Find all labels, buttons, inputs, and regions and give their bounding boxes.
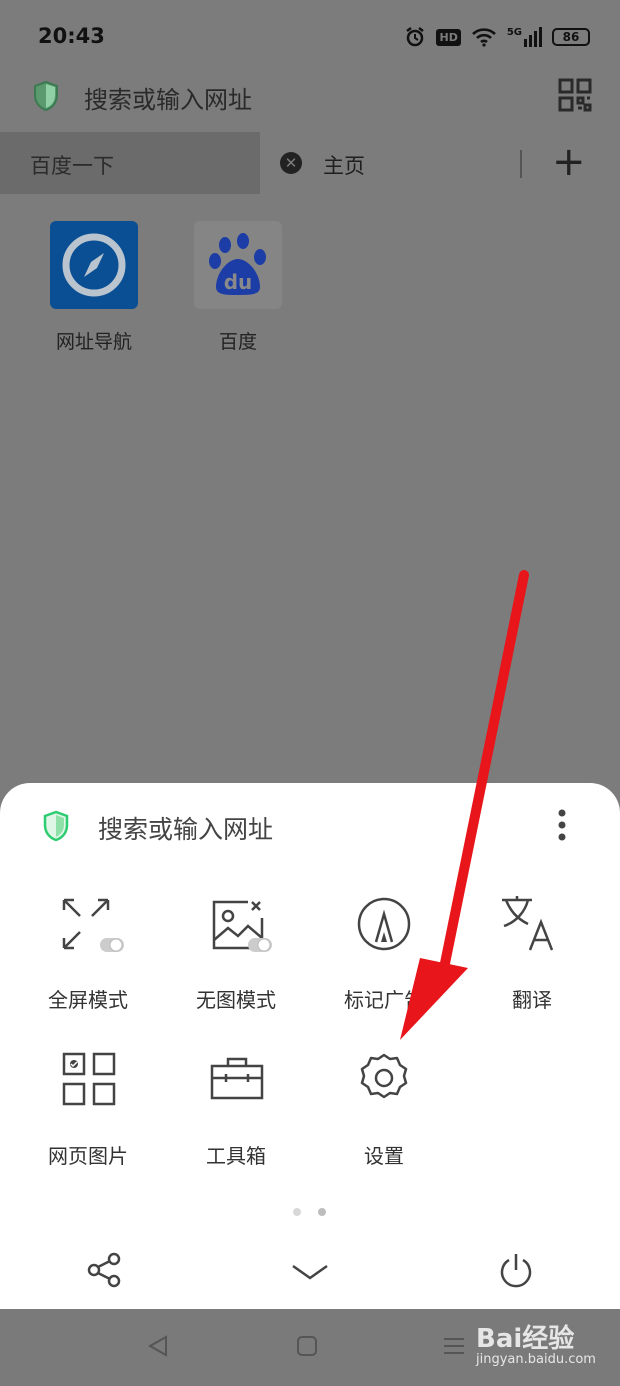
address-input[interactable]: 搜索或输入网址 (84, 80, 252, 115)
settings-icon (360, 1053, 408, 1099)
compass-icon (62, 233, 126, 297)
menu-toolbox[interactable]: 工具箱 (166, 1046, 306, 1168)
network-type: 5G (506, 27, 522, 38)
back-icon[interactable] (146, 1334, 170, 1358)
web-images-icon (62, 1052, 116, 1106)
status-time: 20:43 (38, 24, 105, 48)
qr-scan-icon[interactable] (558, 78, 592, 112)
share-icon[interactable] (86, 1252, 122, 1288)
menu-settings[interactable]: 设置 (314, 1046, 454, 1168)
translate-icon (502, 896, 554, 951)
shortcut-nav[interactable] (50, 221, 138, 309)
menu-label: 设置 (364, 1144, 404, 1168)
menu-mark-ad[interactable]: 标记广告 (314, 890, 454, 1012)
menu-label: 标记广告 (344, 988, 424, 1012)
baidu-paw-icon: du (209, 233, 266, 295)
watermark-brand: Bai经验 (476, 1324, 575, 1354)
menu-translate[interactable]: 翻译 (462, 890, 602, 1012)
alarm-icon (406, 27, 425, 47)
hd-badge: HD (436, 28, 461, 46)
watermark-url: jingyan.baidu.com (476, 1352, 596, 1367)
page-dot-active (318, 1208, 326, 1216)
close-tab-icon[interactable]: ✕ (280, 152, 302, 174)
power-icon[interactable] (498, 1252, 534, 1290)
battery-icon: 86 (552, 28, 590, 46)
shield-icon (43, 810, 69, 842)
more-vertical-icon[interactable] (552, 808, 572, 842)
menu-label: 全屏模式 (48, 988, 128, 1012)
wifi-icon (471, 28, 496, 47)
toolbox-icon (210, 1057, 264, 1100)
mark-ad-icon (357, 897, 411, 951)
shield-icon (34, 80, 58, 112)
no-image-icon (212, 900, 272, 952)
status-icons: HD 5G 86 (404, 24, 590, 50)
tab-divider (520, 150, 522, 178)
menu-no-image[interactable]: 无图模式 (166, 890, 306, 1012)
chevron-down-icon[interactable] (291, 1262, 329, 1282)
sheet-address-input[interactable]: 搜索或输入网址 (98, 810, 273, 846)
menu-label: 无图模式 (196, 988, 276, 1012)
shortcut-baidu[interactable]: du (194, 221, 282, 309)
recents-menu-icon[interactable] (442, 1334, 466, 1358)
signal-icon: 5G (507, 27, 542, 47)
page-dot (293, 1208, 301, 1216)
menu-web-images[interactable]: 网页图片 (18, 1046, 158, 1168)
fullscreen-icon (62, 898, 124, 952)
shortcut-label: 网址导航 (55, 331, 132, 353)
menu-label: 工具箱 (206, 1144, 266, 1168)
tab-label: 百度一下 (30, 154, 114, 178)
home-icon[interactable] (295, 1334, 319, 1358)
baidu-du-text: du (224, 270, 253, 294)
menu-label: 网页图片 (48, 1144, 128, 1168)
menu-label: 翻译 (512, 988, 552, 1012)
menu-fullscreen[interactable]: 全屏模式 (18, 890, 158, 1012)
add-tab-icon[interactable]: + (552, 142, 586, 182)
tab-label: 主页 (323, 154, 365, 178)
shortcut-label: 百度 (218, 331, 257, 353)
